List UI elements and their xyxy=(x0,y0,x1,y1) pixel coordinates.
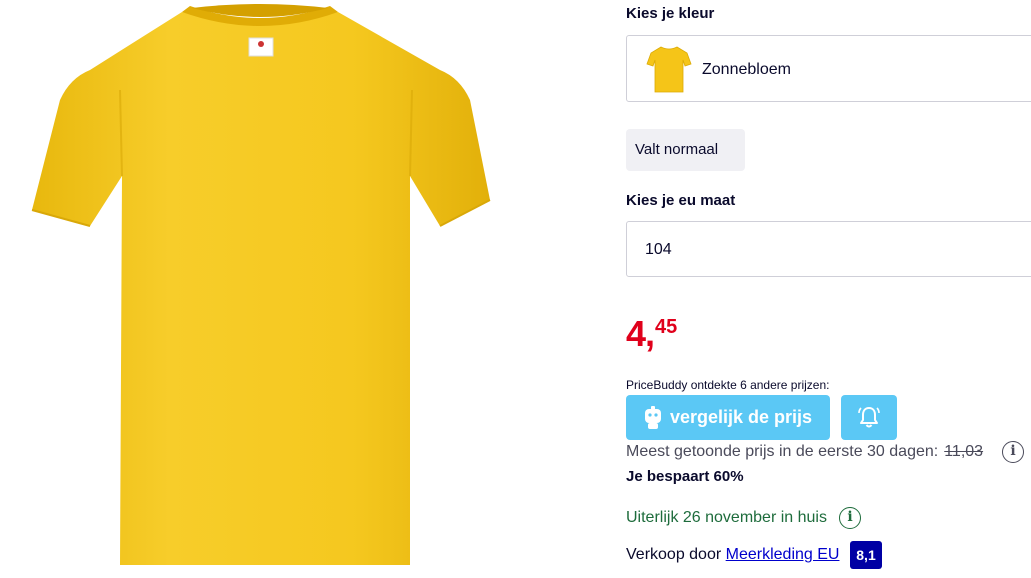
fit-badge: Valt normaal xyxy=(626,129,745,171)
price-decimals: 45 xyxy=(655,316,678,338)
size-selector[interactable]: 104 xyxy=(626,221,1031,277)
pricebuddy-mascot-icon xyxy=(645,406,661,429)
price-history-text: Meest getoonde prijs in de eerste 30 dag… xyxy=(626,443,983,461)
selected-color-label: Zonnebloem xyxy=(702,61,791,78)
seller-rating-badge: 8,1 xyxy=(850,541,882,569)
seller-info: Verkoop door Meerkleding EU xyxy=(626,546,839,564)
savings-text: Je bespaart 60% xyxy=(626,468,744,485)
compare-price-button[interactable]: vergelijk de prijs xyxy=(626,395,830,440)
price-comma: , xyxy=(645,313,656,354)
pricebuddy-text: PriceBuddy ontdekte 6 andere prijzen: xyxy=(626,378,830,392)
product-image[interactable] xyxy=(20,0,500,578)
compare-price-label: vergelijk de prijs xyxy=(670,407,813,427)
color-selector[interactable]: Zonnebloem xyxy=(626,35,1031,102)
seller-link[interactable]: Meerkleding EU xyxy=(726,546,840,563)
color-swatch-tshirt-icon xyxy=(646,46,692,93)
color-heading: Kies je kleur xyxy=(626,5,715,22)
bell-icon xyxy=(858,407,880,428)
delivery-info-icon[interactable]: i xyxy=(839,507,861,529)
delivery-text: Uiterlijk 26 november in huis xyxy=(626,509,827,526)
price-history-label: Meest getoonde prijs in de eerste 30 dag… xyxy=(626,443,939,460)
price: 4, 45 xyxy=(626,313,677,355)
price-info-icon[interactable]: i xyxy=(1002,441,1024,463)
price-integer: 4 xyxy=(626,313,646,354)
old-price: 11,03 xyxy=(944,443,984,460)
price-alert-button[interactable] xyxy=(841,395,897,440)
product-options-panel: Kies je kleur Zonnebloem Valt normaal Ki… xyxy=(626,0,1031,578)
selected-size-label: 104 xyxy=(645,241,672,258)
seller-prefix: Verkoop door xyxy=(626,546,722,563)
size-heading: Kies je eu maat xyxy=(626,192,736,209)
yellow-tshirt-image xyxy=(31,4,491,565)
